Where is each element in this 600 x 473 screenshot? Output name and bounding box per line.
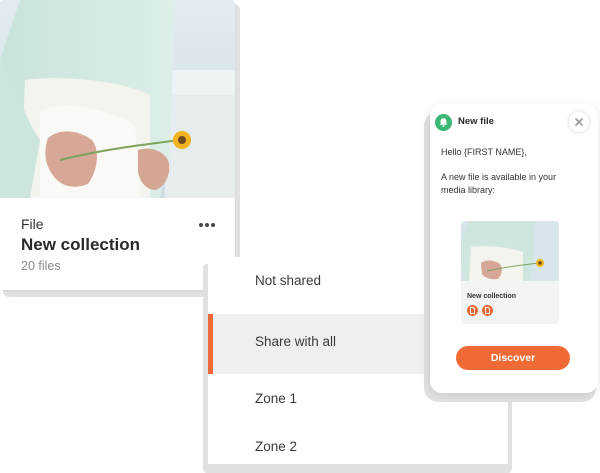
share-option-label: Not shared: [255, 273, 322, 288]
more-horizontal-icon: [199, 223, 203, 227]
card-file-count: 20 files: [21, 259, 61, 273]
collection-cover-image: [0, 0, 235, 198]
discover-button[interactable]: Discover: [456, 346, 570, 370]
notification-greeting: Hello {FIRST NAME},: [441, 147, 527, 157]
file-preview-title: New collection: [467, 293, 517, 300]
share-option-label: Zone 1: [255, 391, 298, 406]
more-options-button[interactable]: [196, 215, 222, 233]
share-option-label: Zone 2: [255, 439, 298, 454]
file-preview-card[interactable]: New collection: [461, 221, 559, 324]
share-option-label: Share with all: [255, 334, 337, 349]
close-icon: [575, 118, 583, 126]
share-option-zone-2[interactable]: Zone 2: [208, 423, 508, 473]
collection-card[interactable]: File New collection 20 files: [0, 0, 235, 290]
card-type-label: File: [21, 216, 44, 232]
card-title[interactable]: New collection: [21, 235, 140, 255]
bell-icon: [435, 114, 452, 131]
notification-title: New file: [458, 116, 494, 127]
close-button[interactable]: [569, 112, 589, 132]
notification-panel: New file Hello {FIRST NAME}, A new file …: [430, 104, 598, 393]
document-icon: [482, 305, 493, 316]
document-icon: [467, 305, 478, 316]
notification-body: A new file is available in your media li…: [441, 172, 557, 195]
file-preview-image: [461, 221, 559, 281]
